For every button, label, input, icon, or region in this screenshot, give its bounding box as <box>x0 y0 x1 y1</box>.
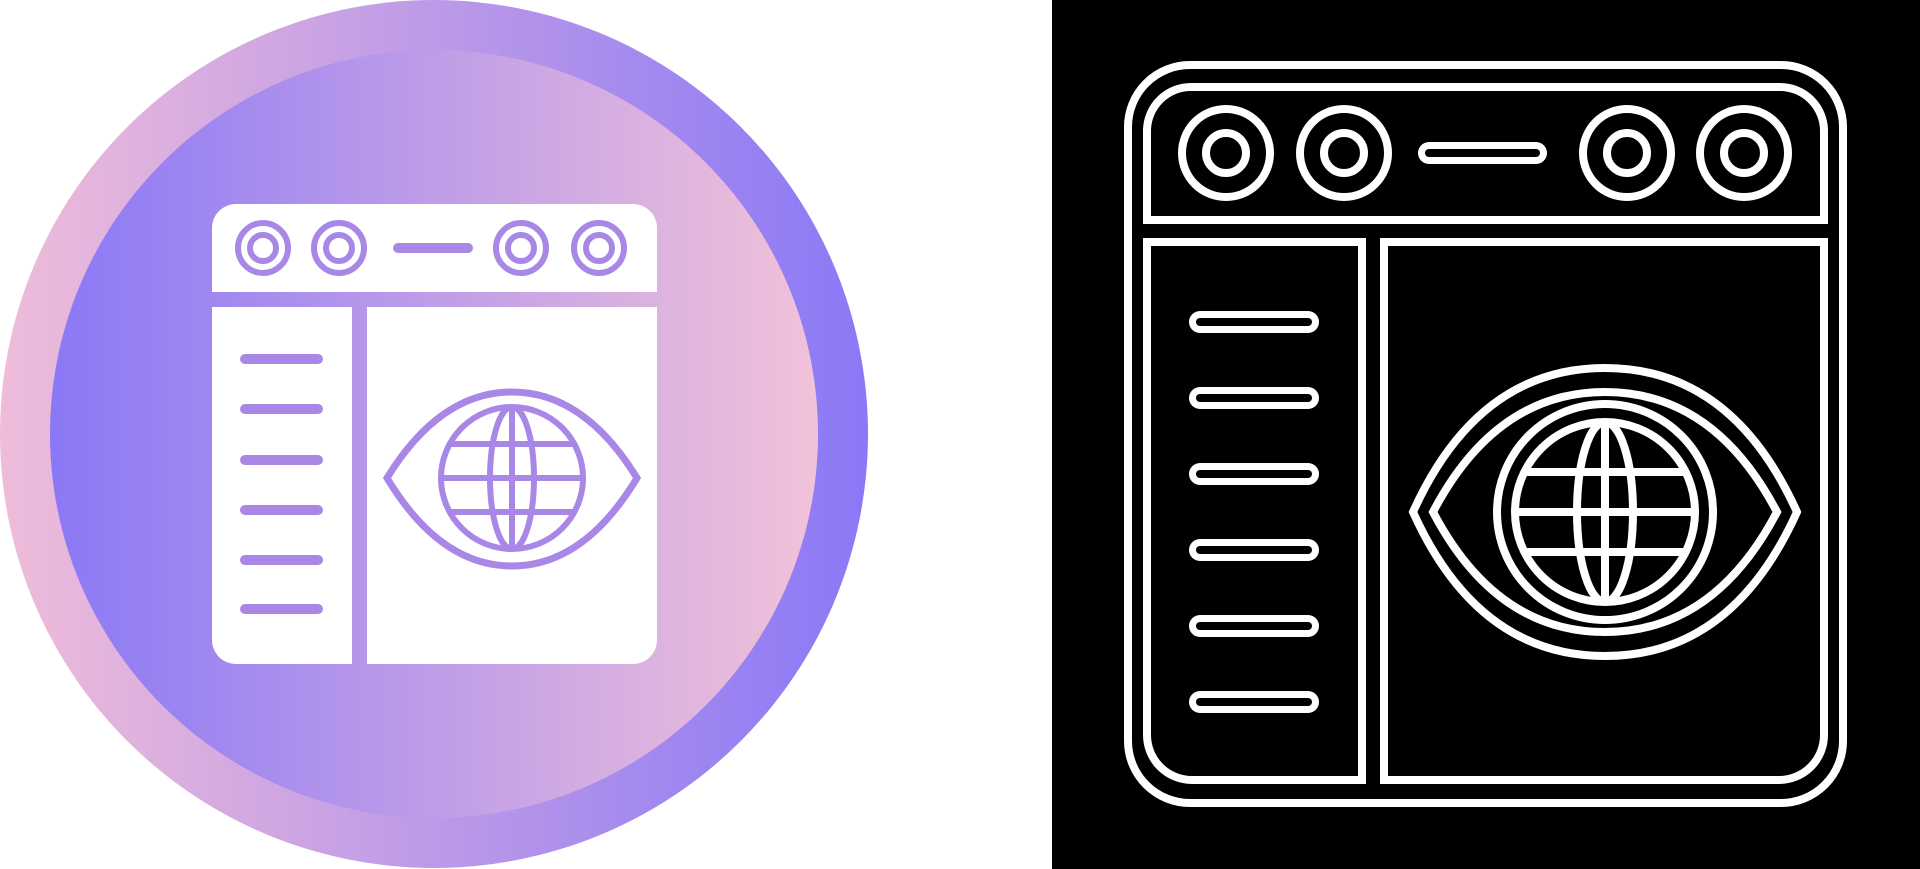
globe-icon <box>1493 400 1717 624</box>
gradient-circle-icon <box>0 0 868 868</box>
browser-window-icon <box>212 204 657 664</box>
globe-icon <box>438 404 586 552</box>
icon-sheet <box>0 0 1920 869</box>
black-outline-icon <box>1052 0 1920 869</box>
